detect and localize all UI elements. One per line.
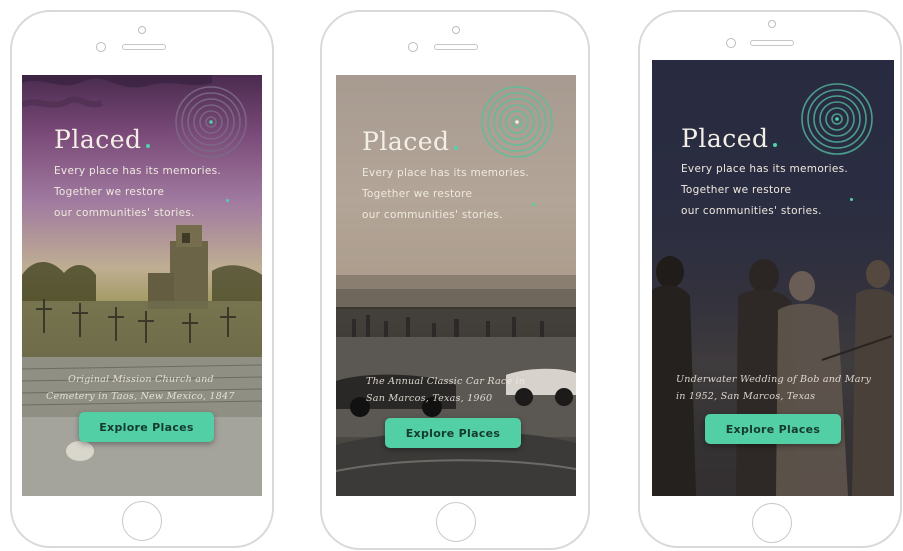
photo-caption: Original Mission Church and Cemetery in … bbox=[46, 371, 235, 405]
accent-dot bbox=[532, 203, 535, 206]
showcase-canvas: Placed Every place has its memories. Tog… bbox=[0, 0, 903, 551]
speaker-grille bbox=[750, 40, 794, 46]
screen-2: Placed Every place has its memories. Tog… bbox=[336, 75, 576, 496]
speaker-grille bbox=[434, 44, 478, 50]
caption-line-1: The Annual Classic Car Race in bbox=[366, 376, 526, 387]
title-accent-dot bbox=[772, 143, 777, 147]
app-title-text: Placed bbox=[362, 127, 450, 156]
tagline-line-1: Every place has its memories. bbox=[54, 165, 222, 177]
app-title-text: Placed bbox=[681, 124, 769, 153]
tagline-line-2: Together we restore bbox=[681, 184, 792, 196]
tagline-line-1: Every place has its memories. bbox=[681, 163, 849, 175]
radar-rings-icon bbox=[801, 83, 873, 155]
home-button[interactable] bbox=[436, 502, 476, 542]
app-title: Placed bbox=[54, 125, 150, 154]
tagline: Every place has its memories. Together w… bbox=[681, 159, 848, 222]
explore-places-button[interactable]: Explore Places bbox=[385, 418, 521, 448]
caption-line-1: Underwater Wedding of Bob and Mary bbox=[676, 374, 872, 385]
tagline: Every place has its memories. Together w… bbox=[54, 161, 221, 224]
home-button[interactable] bbox=[122, 501, 162, 541]
caption-line-1: Original Mission Church and bbox=[68, 374, 214, 385]
title-accent-dot bbox=[453, 146, 458, 150]
sensor-icon bbox=[452, 26, 460, 34]
radar-rings-icon bbox=[175, 86, 247, 158]
caption-line-2: San Marcos, Texas, 1960 bbox=[366, 393, 493, 404]
speaker-grille bbox=[122, 44, 166, 50]
home-button[interactable] bbox=[752, 503, 792, 543]
tagline: Every place has its memories. Together w… bbox=[362, 163, 529, 226]
sensor-icon bbox=[768, 20, 776, 28]
app-title-text: Placed bbox=[54, 125, 142, 154]
tagline-line-3: our communities' stories. bbox=[362, 209, 503, 221]
tagline-line-1: Every place has its memories. bbox=[362, 167, 530, 179]
tagline-line-2: Together we restore bbox=[362, 188, 473, 200]
tagline-line-3: our communities' stories. bbox=[54, 207, 195, 219]
camera-icon bbox=[96, 42, 106, 52]
explore-places-button[interactable]: Explore Places bbox=[79, 412, 214, 442]
accent-dot bbox=[850, 198, 853, 201]
explore-places-button[interactable]: Explore Places bbox=[705, 414, 841, 444]
photo-caption: Underwater Wedding of Bob and Mary in 19… bbox=[676, 371, 871, 405]
screen-3: Placed Every place has its memories. Tog… bbox=[652, 60, 894, 496]
sensor-icon bbox=[138, 26, 146, 34]
tagline-line-2: Together we restore bbox=[54, 186, 165, 198]
screen-1: Placed Every place has its memories. Tog… bbox=[22, 75, 262, 496]
app-title: Placed bbox=[681, 124, 777, 153]
radar-rings-icon bbox=[481, 86, 553, 158]
caption-line-2: in 1952, San Marcos, Texas bbox=[676, 391, 816, 402]
app-title: Placed bbox=[362, 127, 458, 156]
caption-line-2: Cemetery in Taos, New Mexico, 1847 bbox=[46, 391, 235, 402]
photo-caption: The Annual Classic Car Race in San Marco… bbox=[366, 373, 525, 407]
title-accent-dot bbox=[145, 144, 150, 148]
camera-icon bbox=[408, 42, 418, 52]
camera-icon bbox=[726, 38, 736, 48]
tagline-line-3: our communities' stories. bbox=[681, 205, 822, 217]
accent-dot bbox=[226, 199, 229, 202]
